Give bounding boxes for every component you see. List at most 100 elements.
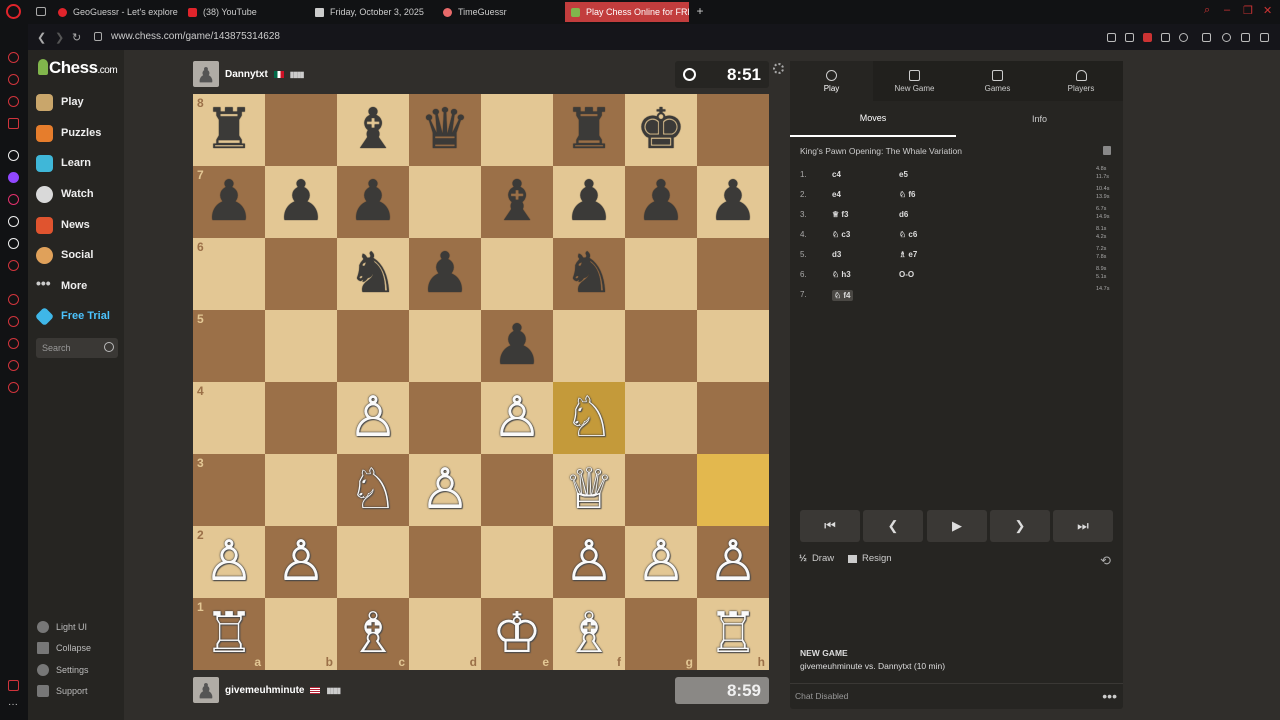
tab-chess-active[interactable]: Play Chess Online for FRE: [565, 2, 689, 22]
square-d8[interactable]: ♛: [409, 94, 481, 166]
tab-timeguessr[interactable]: TimeGuessr: [443, 2, 555, 22]
opera-mail-icon[interactable]: [8, 118, 19, 129]
black-piece[interactable]: ♟: [708, 172, 758, 232]
black-move[interactable]: ♘ f6: [899, 190, 916, 199]
square-e6[interactable]: [481, 238, 553, 310]
white-move[interactable]: ♕ f3: [832, 210, 849, 219]
square-e4[interactable]: ♙: [481, 382, 553, 454]
tab-new-game[interactable]: New Game: [873, 61, 956, 101]
square-c5[interactable]: [337, 310, 409, 382]
sidebar-item-news[interactable]: News: [36, 214, 90, 236]
square-a8[interactable]: 8 ♜: [193, 94, 265, 166]
square-g6[interactable]: [625, 238, 697, 310]
black-piece[interactable]: ♟: [420, 244, 470, 304]
square-d2[interactable]: [409, 526, 481, 598]
opera-player-icon[interactable]: [8, 294, 19, 305]
square-f2[interactable]: ♙: [553, 526, 625, 598]
square-a7[interactable]: 7 ♟: [193, 166, 265, 238]
sidebar-item-learn[interactable]: Learn: [36, 152, 91, 174]
minimize-icon[interactable]: –: [1224, 4, 1230, 16]
white-piece[interactable]: ♘: [348, 460, 398, 520]
square-b3[interactable]: [265, 454, 337, 526]
square-g8[interactable]: ♚: [625, 94, 697, 166]
opera-settings-icon[interactable]: [8, 382, 19, 393]
square-e8[interactable]: [481, 94, 553, 166]
tab-calendar[interactable]: Friday, October 3, 2025: [315, 2, 435, 22]
square-d3[interactable]: ♙: [409, 454, 481, 526]
square-h7[interactable]: ♟: [697, 166, 769, 238]
white-move[interactable]: ♘ h3: [832, 270, 851, 279]
square-f6[interactable]: ♞: [553, 238, 625, 310]
square-f5[interactable]: [553, 310, 625, 382]
browser-search-icon[interactable]: ⌕: [1204, 4, 1210, 17]
square-c4[interactable]: ♙: [337, 382, 409, 454]
square-c7[interactable]: ♟: [337, 166, 409, 238]
square-h8[interactable]: [697, 94, 769, 166]
square-f3[interactable]: ♕: [553, 454, 625, 526]
white-piece[interactable]: ♔: [492, 604, 542, 664]
draw-button[interactable]: ½ Draw: [799, 553, 834, 564]
black-piece[interactable]: ♝: [492, 172, 542, 232]
sidebar-item-more[interactable]: ••• More: [36, 275, 87, 297]
white-piece[interactable]: ♗: [348, 604, 398, 664]
square-a6[interactable]: 6: [193, 238, 265, 310]
trash-icon[interactable]: [1103, 146, 1111, 155]
snapshot-icon[interactable]: [1125, 33, 1134, 42]
white-piece[interactable]: ♙: [636, 532, 686, 592]
square-d5[interactable]: [409, 310, 481, 382]
white-piece[interactable]: ♙: [420, 460, 470, 520]
black-piece[interactable]: ♟: [276, 172, 326, 232]
opera-pin2-icon[interactable]: [8, 316, 19, 327]
sidebar-more-icon[interactable]: ···: [8, 700, 19, 713]
download-icon[interactable]: [1241, 33, 1250, 42]
white-move[interactable]: c4: [832, 170, 841, 179]
black-piece[interactable]: ♞: [348, 244, 398, 304]
square-g7[interactable]: ♟: [625, 166, 697, 238]
forward-icon[interactable]: ❯: [55, 31, 64, 44]
white-piece[interactable]: ♖: [708, 604, 758, 664]
tab-games[interactable]: Games: [956, 61, 1039, 101]
sidebar-item-play[interactable]: Play: [36, 91, 84, 113]
square-e1[interactable]: e ♔: [481, 598, 553, 670]
play-moves-button[interactable]: ▶: [927, 510, 987, 542]
black-piece[interactable]: ♜: [564, 100, 614, 160]
maximize-icon[interactable]: ❐: [1243, 4, 1253, 17]
square-h3[interactable]: [697, 454, 769, 526]
chesscom-logo[interactable]: Chess.com: [38, 58, 118, 78]
square-d7[interactable]: [409, 166, 481, 238]
tab-play[interactable]: Play: [790, 61, 873, 101]
reload-icon[interactable]: ↻: [72, 31, 81, 44]
square-f1[interactable]: f ♗: [553, 598, 625, 670]
black-piece[interactable]: ♟: [348, 172, 398, 232]
square-a3[interactable]: 3: [193, 454, 265, 526]
black-move[interactable]: O-O: [899, 270, 914, 279]
resign-button[interactable]: Resign: [848, 553, 892, 564]
opera-chat-icon[interactable]: [8, 360, 19, 371]
black-move[interactable]: e5: [899, 170, 908, 179]
white-move[interactable]: ♘ c3: [832, 230, 850, 239]
white-piece[interactable]: ♙: [564, 532, 614, 592]
tab-overview-icon[interactable]: [36, 7, 46, 16]
square-a2[interactable]: 2 ♙: [193, 526, 265, 598]
black-move[interactable]: ♘ c6: [899, 230, 917, 239]
previous-move-button[interactable]: ❮: [863, 510, 923, 542]
opera-logo-icon[interactable]: [6, 4, 21, 19]
subtab-moves[interactable]: Moves: [790, 101, 956, 137]
square-d4[interactable]: [409, 382, 481, 454]
url-field[interactable]: www.chess.com/game/143875314628: [111, 31, 280, 42]
square-e3[interactable]: [481, 454, 553, 526]
white-piece[interactable]: ♕: [564, 460, 614, 520]
square-b7[interactable]: ♟: [265, 166, 337, 238]
white-move[interactable]: d3: [832, 250, 841, 259]
square-f4[interactable]: ♘: [553, 382, 625, 454]
black-piece[interactable]: ♝: [348, 100, 398, 160]
last-move-button[interactable]: ⏭: [1053, 510, 1113, 542]
flip-board-icon[interactable]: ⟲: [1100, 553, 1111, 569]
white-piece[interactable]: ♖: [204, 604, 254, 664]
black-piece[interactable]: ♟: [492, 316, 542, 376]
black-move[interactable]: ♗ e7: [899, 250, 917, 259]
square-g1[interactable]: g: [625, 598, 697, 670]
square-a5[interactable]: 5: [193, 310, 265, 382]
square-d1[interactable]: d: [409, 598, 481, 670]
opening-name[interactable]: King's Pawn Opening: The Whale Variation: [800, 146, 962, 156]
